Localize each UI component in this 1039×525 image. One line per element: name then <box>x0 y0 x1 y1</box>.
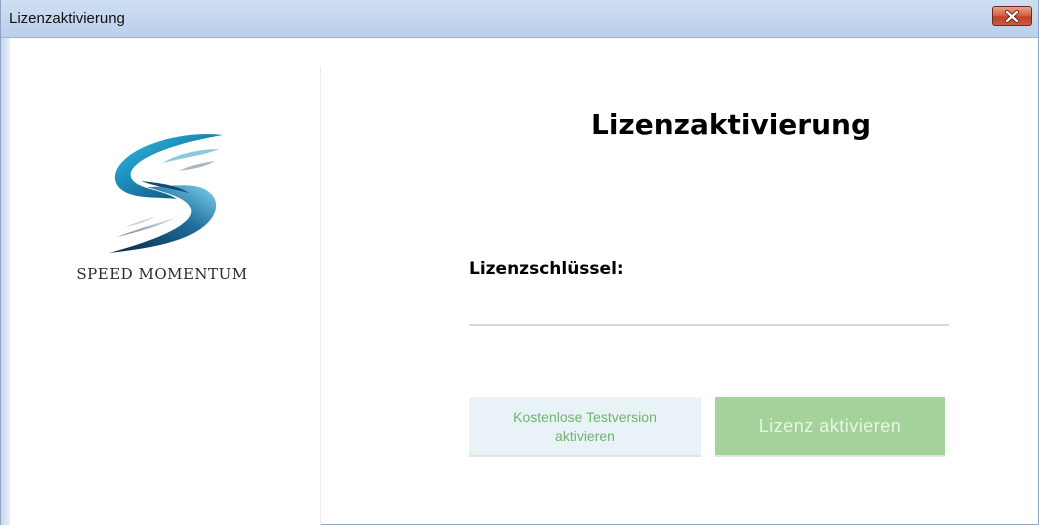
title-bar[interactable]: Lizenzaktivierung <box>1 0 1038 38</box>
speed-momentum-logo-icon <box>109 133 223 253</box>
close-icon <box>1005 9 1019 23</box>
brand-name: SPEED MOMENTUM <box>76 265 248 283</box>
license-activation-window: Lizenzaktivierung SPEED MOMENTUM Lizenza… <box>0 0 1039 525</box>
activate-license-button[interactable]: Lizenz aktivieren <box>715 397 945 457</box>
close-button[interactable] <box>992 6 1032 26</box>
page-title: Lizenzaktivierung <box>590 108 871 141</box>
license-key-label: Lizenzschlüssel: <box>469 259 624 279</box>
trial-version-button[interactable]: Kostenlose Testversion aktivieren <box>469 397 701 457</box>
window-title: Lizenzaktivierung <box>9 10 125 27</box>
license-key-input[interactable] <box>469 296 949 326</box>
